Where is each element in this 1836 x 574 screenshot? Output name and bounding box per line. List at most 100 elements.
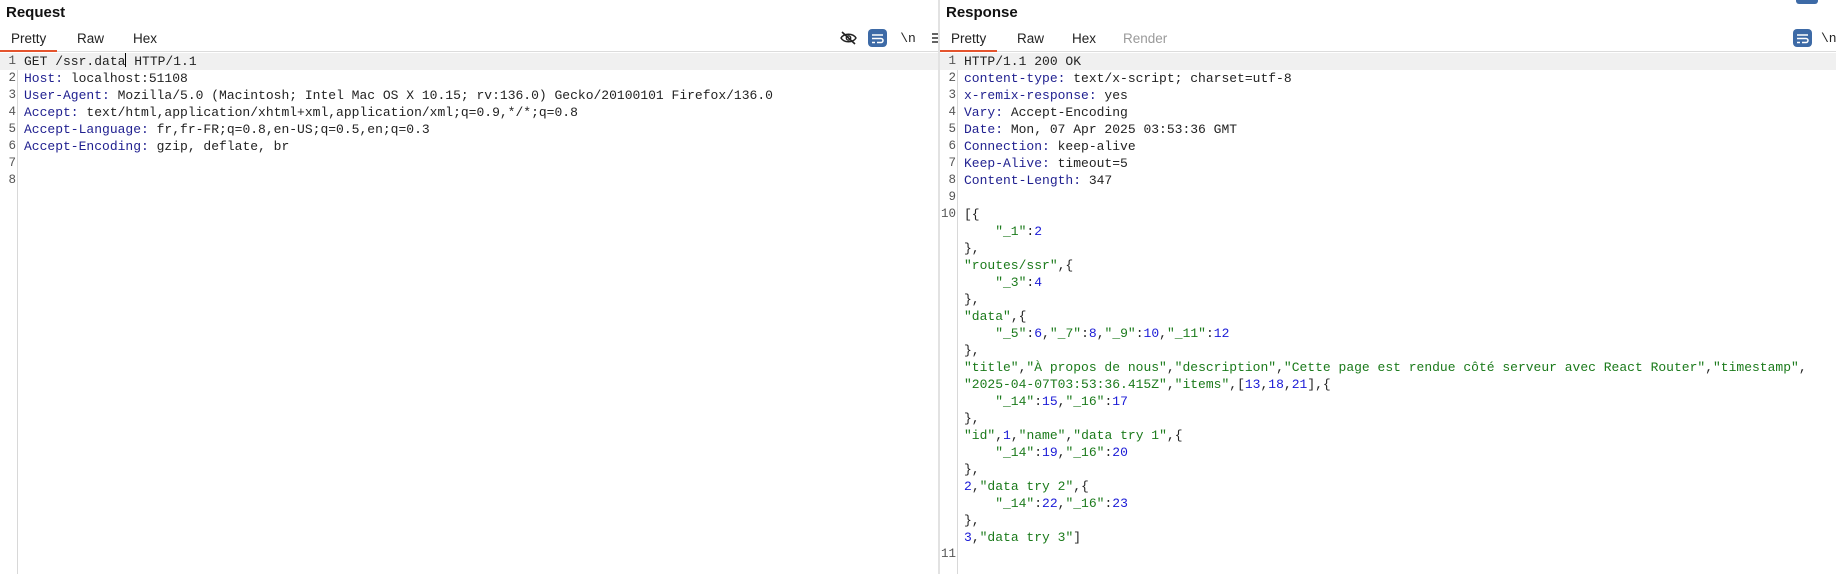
response-line[interactable]: }, [940, 461, 1836, 478]
request-line[interactable]: 2 Host: localhost:51108 [0, 70, 938, 87]
request-line-text: Accept: text/html,application/xhtml+xml,… [24, 104, 938, 121]
response-line-number: 2 [948, 71, 956, 85]
response-token: "id" [964, 428, 996, 443]
response-line[interactable]: "_5":6,"_7":8,"_9":10,"_11":12 [940, 325, 1836, 342]
response-line[interactable]: }, [940, 240, 1836, 257]
eye-slash-icon [839, 31, 857, 45]
response-line[interactable]: 1 HTTP/1.1 200 OK [940, 53, 1836, 70]
response-code[interactable]: 1 HTTP/1.1 200 OK 2 content-type: text/x-sc… [940, 53, 1836, 563]
response-line[interactable]: 2,"data try 2",{ [940, 478, 1836, 495]
response-line[interactable]: 7 Keep-Alive: timeout=5 [940, 155, 1836, 172]
response-line[interactable]: 3 x-remix-response: yes [940, 87, 1836, 104]
request-line-text: Accept-Language: fr,fr-FR;q=0.8,en-US;q=… [24, 121, 938, 138]
request-line[interactable]: 8 [0, 172, 938, 189]
response-line[interactable]: "id",1,"name","data try 1",{ [940, 427, 1836, 444]
wrap-lines-icon [872, 33, 884, 43]
response-token: Mon, 07 Apr 2025 03:53:36 GMT [1003, 122, 1238, 137]
response-line-number: 1 [948, 54, 956, 68]
request-line-number: 3 [8, 88, 16, 102]
response-token: [{ [964, 207, 980, 222]
request-token: Host: [24, 71, 64, 86]
response-token: , [1166, 377, 1175, 392]
response-line[interactable]: 9 [940, 189, 1836, 206]
response-line[interactable]: "_14":22,"_16":23 [940, 495, 1836, 512]
request-line[interactable]: 6 Accept-Encoding: gzip, deflate, br [0, 138, 938, 155]
response-wrap-lines-button[interactable] [1793, 29, 1812, 47]
request-line-number: 5 [8, 122, 16, 136]
request-line[interactable]: 5 Accept-Language: fr,fr-FR;q=0.8,en-US;q… [0, 121, 938, 138]
response-line[interactable]: 10 [{ [940, 206, 1836, 223]
response-token: Keep-Alive: [964, 156, 1050, 171]
response-tab-pretty[interactable]: Pretty [940, 28, 998, 52]
response-line-number: 8 [948, 173, 956, 187]
response-line[interactable]: "2025-04-07T03:53:36.415Z","items",[13,1… [940, 376, 1836, 393]
request-token: localhost:51108 [63, 71, 188, 86]
response-line[interactable]: "_3":4 [940, 274, 1836, 291]
response-token: Date: [964, 122, 1004, 137]
request-title: Request [6, 4, 66, 21]
request-tab-raw[interactable]: Raw [66, 28, 115, 52]
response-line[interactable]: "routes/ssr",{ [940, 257, 1836, 274]
response-token: "_14" [964, 445, 1035, 460]
response-line[interactable]: 5 Date: Mon, 07 Apr 2025 03:53:36 GMT [940, 121, 1836, 138]
wrap-lines-button[interactable] [868, 29, 887, 47]
response-line[interactable]: }, [940, 512, 1836, 529]
response-token: : [1205, 326, 1214, 341]
response-token: , [971, 530, 980, 545]
response-tab-raw[interactable]: Raw [1006, 28, 1055, 52]
request-line-number: 6 [8, 139, 16, 153]
response-line[interactable]: "title","À propos de nous","description"… [940, 359, 1836, 376]
response-token: ] [1073, 530, 1082, 545]
hide-nonprintable-button[interactable] [838, 28, 858, 48]
response-line-number: 3 [948, 88, 956, 102]
request-editor[interactable]: 1 GET /ssr.data HTTP/1.1 2 Host: localhost:… [0, 53, 938, 574]
request-code[interactable]: 1 GET /ssr.data HTTP/1.1 2 Host: localhost:… [0, 53, 938, 189]
response-line-text: "id",1,"name","data try 1",{ [964, 427, 1836, 444]
response-line[interactable]: 3,"data try 3"] [940, 529, 1836, 546]
response-token: 17 [1112, 394, 1128, 409]
response-line-text: Keep-Alive: timeout=5 [964, 155, 1836, 172]
response-line[interactable]: "_1":2 [940, 223, 1836, 240]
response-line-text: "_3":4 [964, 274, 1836, 291]
request-line-text: GET /ssr.data HTTP/1.1 [24, 53, 938, 70]
request-line[interactable]: 4 Accept: text/html,application/xhtml+xml… [0, 104, 938, 121]
response-line[interactable]: "_14":19,"_16":20 [940, 444, 1836, 461]
response-line[interactable]: }, [940, 410, 1836, 427]
request-line[interactable]: 1 GET /ssr.data HTTP/1.1 [0, 53, 938, 70]
show-newlines-button[interactable]: \n [897, 28, 919, 48]
response-line[interactable]: 6 Connection: keep-alive [940, 138, 1836, 155]
request-tab-pretty[interactable]: Pretty [0, 28, 58, 52]
response-line[interactable]: "_14":15,"_16":17 [940, 393, 1836, 410]
response-token: 22 [1042, 496, 1058, 511]
request-menu-button[interactable] [928, 28, 938, 48]
request-tab-hex[interactable]: Hex [122, 28, 168, 52]
response-token: 3 [964, 530, 972, 545]
request-line[interactable]: 3 User-Agent: Mozilla/5.0 (Macintosh; Int… [0, 87, 938, 104]
response-token: "name" [1018, 428, 1066, 443]
response-token: ,[ [1229, 377, 1245, 392]
response-tab-render[interactable]: Render [1112, 28, 1178, 52]
response-line[interactable]: 11 [940, 546, 1836, 563]
response-tab-hex[interactable]: Hex [1061, 28, 1107, 52]
response-line[interactable]: }, [940, 291, 1836, 308]
response-token: 19 [1042, 445, 1058, 460]
response-line[interactable]: 4 Vary: Accept-Encoding [940, 104, 1836, 121]
request-pane: Request Pretty Raw Hex \n 1 GET /ssr.data… [0, 0, 938, 574]
request-token: Accept: [24, 105, 79, 120]
corner-button-fragment[interactable] [1796, 0, 1818, 4]
response-editor[interactable]: 1 HTTP/1.1 200 OK 2 content-type: text/x-sc… [940, 53, 1836, 574]
response-line[interactable]: 2 content-type: text/x-script; charset=ut… [940, 70, 1836, 87]
request-line[interactable]: 7 [0, 155, 938, 172]
request-tabs: Pretty Raw Hex [0, 28, 938, 52]
response-line[interactable]: }, [940, 342, 1836, 359]
response-line[interactable]: "data",{ [940, 308, 1836, 325]
response-show-newlines-button[interactable]: \n [1821, 28, 1836, 48]
response-token: , [1096, 326, 1105, 341]
response-token: , [1166, 360, 1175, 375]
response-line[interactable]: 8 Content-Length: 347 [940, 172, 1836, 189]
response-line-text: "_14":15,"_16":17 [964, 393, 1836, 410]
response-token: , [1283, 377, 1292, 392]
response-token: "_5" [964, 326, 1027, 341]
response-token: 8 [1088, 326, 1097, 341]
response-line-text: "_14":19,"_16":20 [964, 444, 1836, 461]
